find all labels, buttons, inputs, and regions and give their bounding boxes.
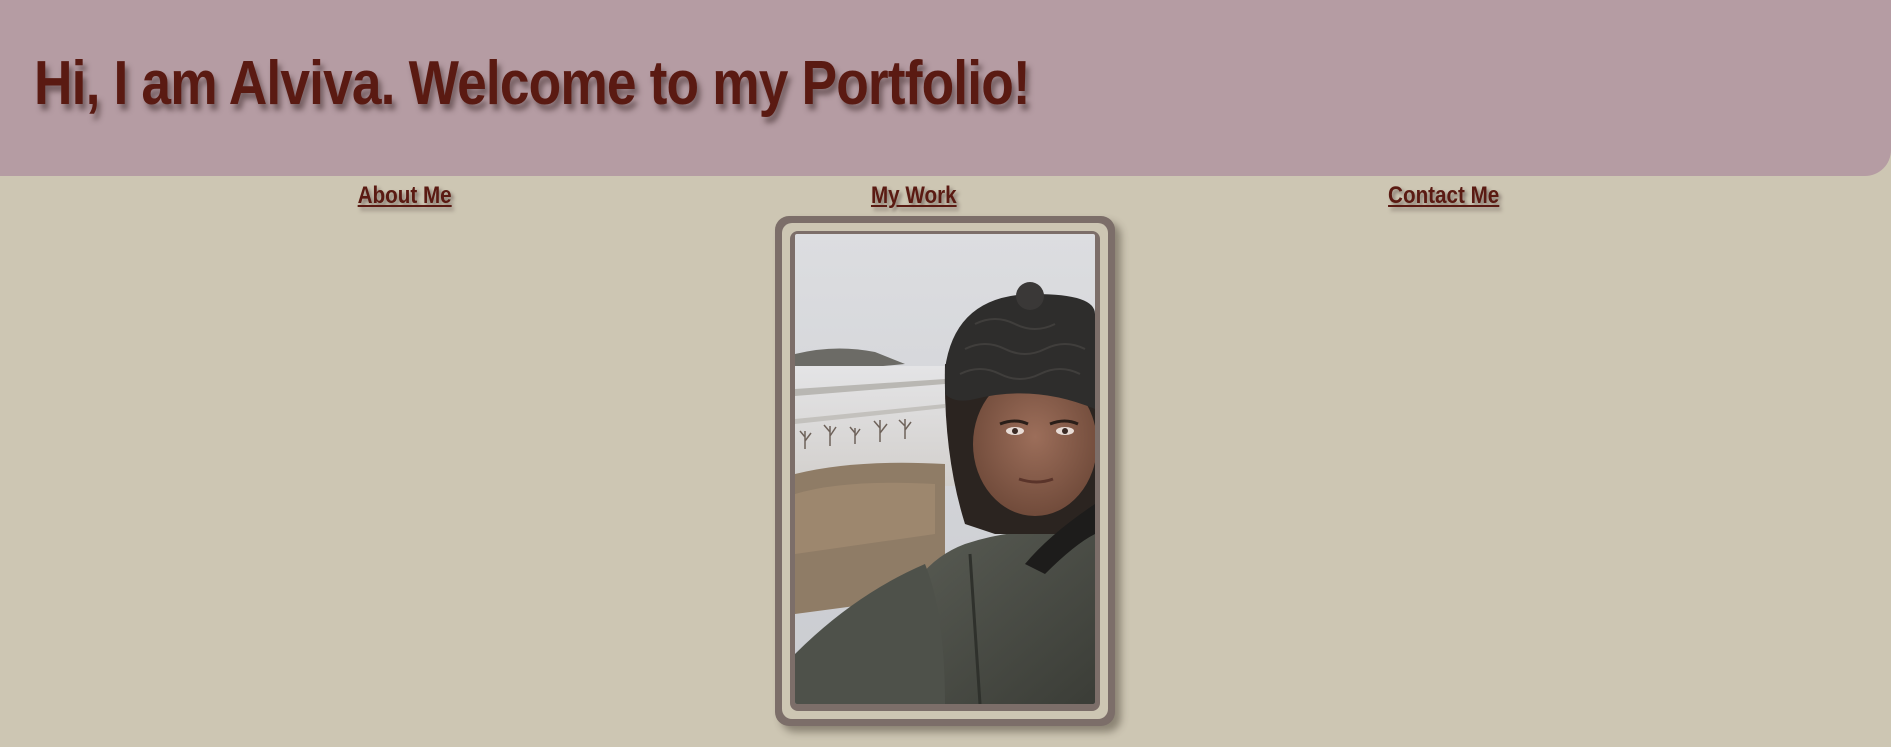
header-banner: Hi, I am Alviva. Welcome to my Portfolio… [0, 0, 1891, 176]
nav-contact-link[interactable]: Contact Me [1388, 181, 1499, 211]
photo-frame [775, 216, 1115, 726]
profile-photo [795, 234, 1095, 704]
page-title: Hi, I am Alviva. Welcome to my Portfolio… [34, 49, 1031, 118]
nav-work-link[interactable]: My Work [871, 181, 957, 211]
nav-about-link[interactable]: About Me [358, 181, 452, 211]
